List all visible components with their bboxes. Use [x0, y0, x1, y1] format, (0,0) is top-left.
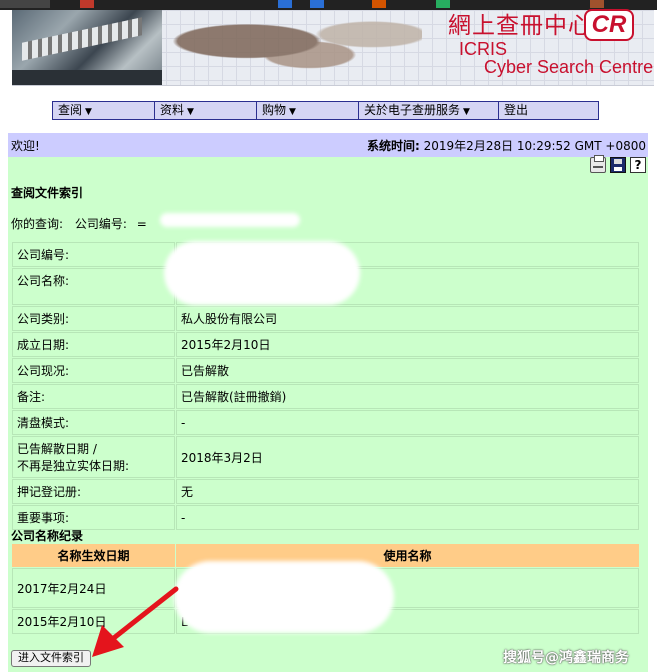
logo-chinese-text: 網上查冊中心	[448, 13, 592, 39]
redacted-company-name	[164, 241, 360, 305]
watermark-text: 搜狐号@鸿鑫瑞商务	[503, 650, 629, 666]
save-icon[interactable]	[610, 157, 626, 173]
table-row: 重要事项: -	[12, 505, 639, 530]
table-row: 成立日期: 2015年2月10日	[12, 332, 639, 357]
info-label: 公司编号:	[12, 242, 175, 267]
column-header-effective-date: 名称生效日期	[12, 544, 175, 567]
info-label: 清盘模式:	[12, 410, 175, 435]
table-row: 押记登记册: 无	[12, 479, 639, 504]
redacted-company-number	[160, 213, 300, 227]
nav-item-label: 资料	[160, 103, 185, 117]
info-label: 押记登记册:	[12, 479, 175, 504]
dropdown-arrow-icon: ▼	[289, 107, 296, 117]
system-time-label: 系统时间:	[367, 139, 420, 153]
enter-document-index-button[interactable]: 进入文件索引	[11, 650, 91, 667]
info-value: 私人股份有限公司	[176, 306, 639, 331]
table-row: 已告解散日期 / 不再是独立实体日期: 2018年3月2日	[12, 436, 639, 478]
taskbar-icon	[372, 0, 386, 8]
taskbar-segment	[0, 0, 50, 8]
logo-cyber-search-text: Cyber Search Centre	[484, 57, 654, 77]
table-row: 清盘模式: -	[12, 410, 639, 435]
nav-item-label: 查阅	[58, 103, 83, 117]
nav-item-search[interactable]: 查阅 ▼	[53, 102, 155, 119]
info-label: 公司现况:	[12, 358, 175, 383]
info-value: 无	[176, 479, 639, 504]
nav-item-logout[interactable]: 登出	[499, 102, 598, 119]
dropdown-arrow-icon: ▼	[85, 107, 92, 117]
taskbar-icon	[310, 0, 324, 8]
arrow-head	[92, 625, 124, 657]
taskbar-icon	[80, 0, 94, 8]
info-label: 公司类别:	[12, 306, 175, 331]
table-row: 公司现况: 已告解散	[12, 358, 639, 383]
arrow-shaft	[107, 586, 179, 644]
toolbar-icons: ?	[590, 155, 646, 173]
query-label: 你的查询:	[11, 217, 64, 231]
banner-city-photo	[12, 10, 162, 85]
nav-item-label: 关於电子查册服务	[364, 103, 461, 117]
main-nav-menu: 查阅 ▼ 资料 ▼ 购物 ▼ 关於电子查册服务 ▼ 登出	[52, 101, 599, 120]
welcome-bar: 欢迎! 系统时间: 2019年2月28日 10:29:52 GMT +0800	[8, 133, 648, 157]
table-row: 公司类别: 私人股份有限公司	[12, 306, 639, 331]
system-time: 系统时间: 2019年2月28日 10:29:52 GMT +0800	[367, 137, 646, 154]
help-icon[interactable]: ?	[630, 157, 646, 173]
nav-item-label: 登出	[504, 103, 529, 117]
redacted-name-history	[174, 561, 394, 633]
info-label-line2: 不再是独立实体日期:	[17, 459, 130, 473]
banner-map-graphic	[172, 14, 422, 82]
nav-item-label: 购物	[262, 103, 287, 117]
info-label-line1: 已告解散日期 /	[17, 442, 97, 456]
query-equals: =	[136, 217, 147, 231]
info-label: 公司名称:	[12, 268, 175, 305]
nav-item-info[interactable]: 资料 ▼	[155, 102, 257, 119]
info-value: -	[176, 410, 639, 435]
info-label: 备注:	[12, 384, 175, 409]
nav-item-shopping[interactable]: 购物 ▼	[257, 102, 359, 119]
info-label: 成立日期:	[12, 332, 175, 357]
section-title-name-history: 公司名称纪录	[11, 529, 84, 543]
red-annotation-arrow	[92, 586, 179, 657]
logo-cr-badge: CR	[584, 9, 634, 41]
info-value: 已告解散(註冊撤銷)	[176, 384, 639, 409]
table-row: 备注: 已告解散(註冊撤銷)	[12, 384, 639, 409]
nav-item-about-service[interactable]: 关於电子查册服务 ▼	[359, 102, 499, 119]
info-value: -	[176, 505, 639, 530]
welcome-text: 欢迎!	[11, 139, 40, 153]
info-value: 2018年3月2日	[176, 436, 639, 478]
dropdown-arrow-icon: ▼	[187, 107, 194, 117]
system-time-value: 2019年2月28日 10:29:52 GMT +0800	[423, 139, 646, 153]
dropdown-arrow-icon: ▼	[463, 107, 470, 117]
info-value: 2015年2月10日	[176, 332, 639, 357]
info-label: 已告解散日期 / 不再是独立实体日期:	[12, 436, 175, 478]
print-icon[interactable]	[590, 155, 606, 173]
section-title-document-index: 查阅文件索引	[11, 186, 84, 200]
query-field-label: 公司编号:	[74, 217, 127, 231]
query-line: 你的查询: 公司编号: =	[11, 215, 147, 232]
taskbar-icon	[590, 0, 604, 8]
taskbar-icon	[278, 0, 292, 8]
info-value: 已告解散	[176, 358, 639, 383]
